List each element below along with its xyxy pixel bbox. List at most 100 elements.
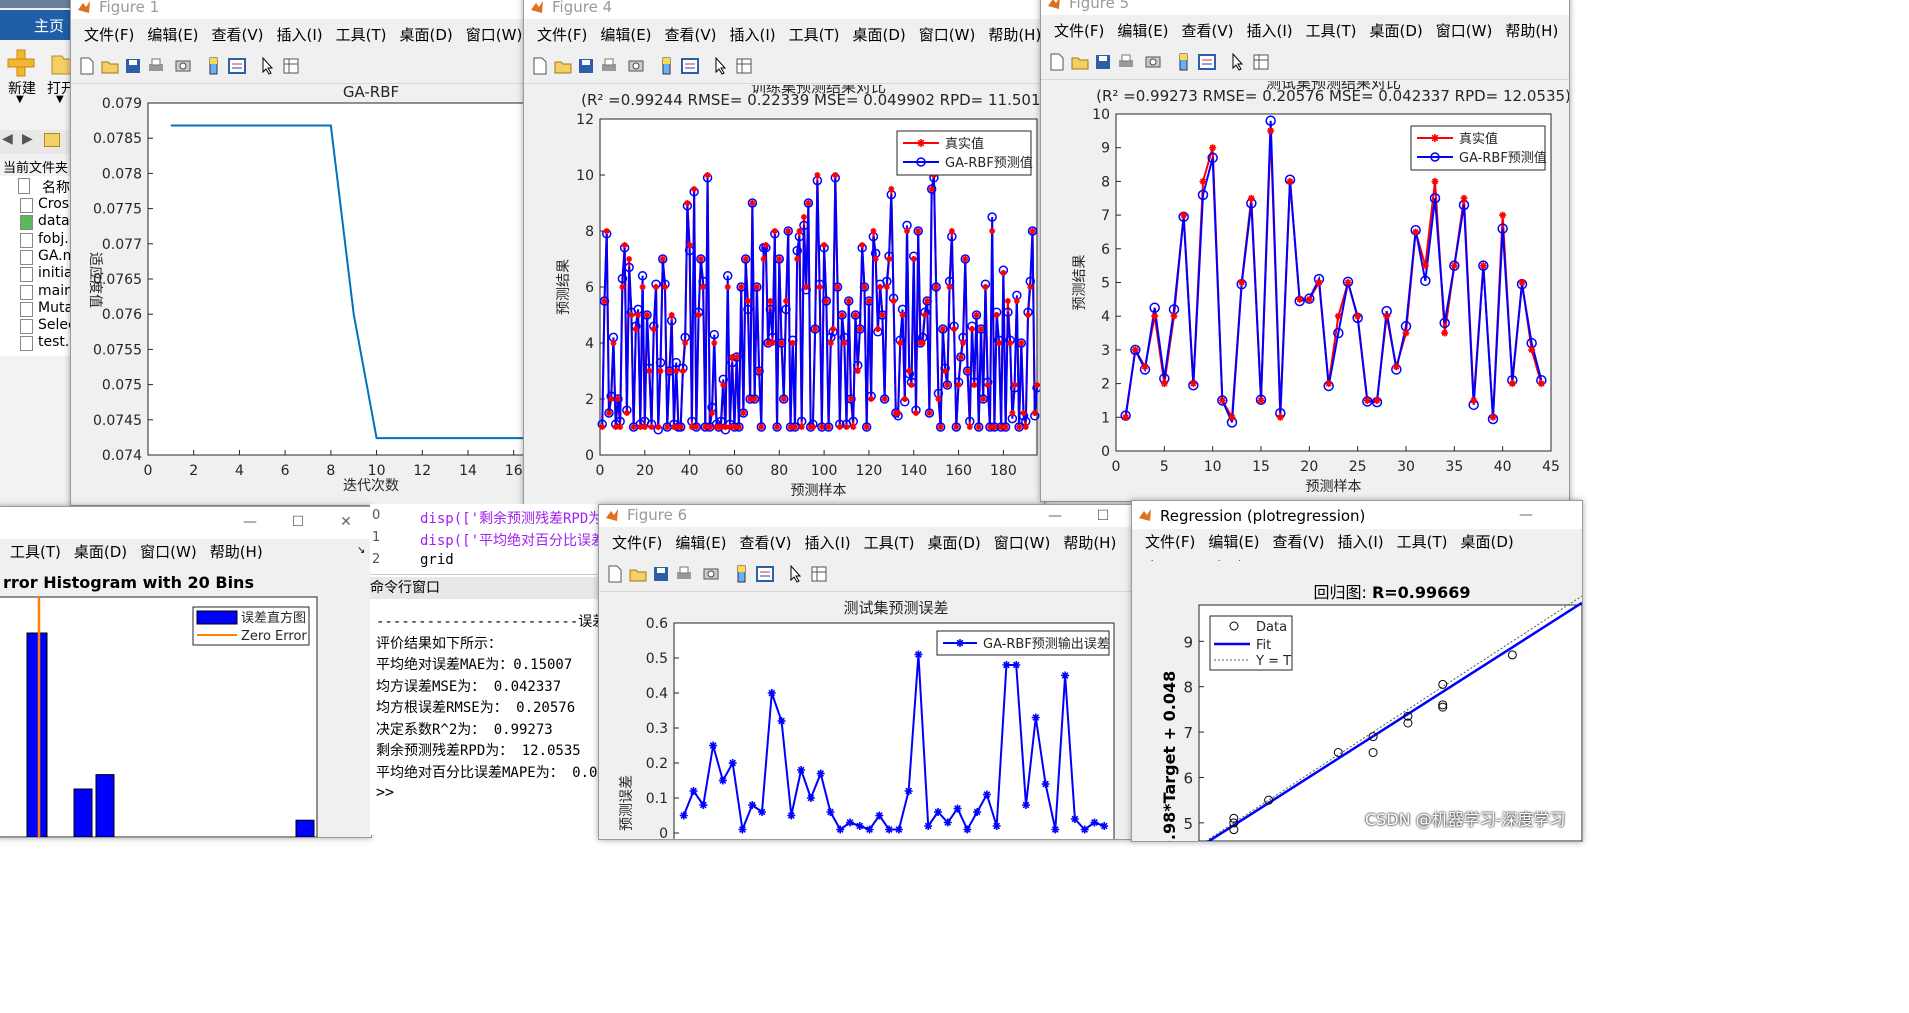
file-list-item[interactable]: test.m — [0, 334, 83, 352]
print-preview-icon[interactable] — [1143, 52, 1163, 72]
menu-item[interactable]: 工具(T) — [336, 22, 387, 48]
menu-item[interactable]: 帮助(H) — [988, 22, 1041, 48]
menu-item[interactable]: 编辑(E) — [1117, 18, 1168, 44]
save-icon[interactable] — [1093, 52, 1113, 72]
editor-code-line[interactable]: disp(['平均绝对百分比误差 — [420, 530, 605, 550]
new-file-icon[interactable] — [530, 56, 550, 76]
maximize-icon[interactable]: ☐ — [278, 511, 318, 533]
menu-item[interactable]: 插入(I) — [805, 530, 851, 556]
print-preview-icon[interactable] — [173, 56, 193, 76]
new-file-icon[interactable] — [1047, 52, 1067, 72]
menu-item[interactable]: 桌面(D) — [74, 539, 127, 565]
file-list-item[interactable]: main. — [0, 283, 80, 300]
open-folder-icon[interactable] — [100, 56, 120, 76]
file-list-item[interactable]: data.x — [0, 213, 82, 231]
pointer-icon[interactable] — [785, 564, 805, 584]
new-file-icon[interactable] — [77, 56, 97, 76]
property-inspector-icon[interactable] — [734, 56, 754, 76]
dock-arrow-icon[interactable]: ↘ — [357, 545, 365, 556]
menu-item[interactable]: 帮助(H) — [210, 539, 263, 565]
print-icon[interactable] — [1116, 52, 1136, 72]
menu-item[interactable]: 帮助(H) — [1505, 18, 1558, 44]
file-list-item[interactable]: GA.m — [0, 248, 80, 265]
menu-item[interactable]: 窗口(W) — [994, 530, 1051, 556]
menu-item[interactable]: 查看(V) — [665, 22, 717, 48]
menu-item[interactable]: 文件(F) — [537, 22, 587, 48]
file-list-item[interactable]: Cross — [0, 196, 80, 213]
save-icon[interactable] — [123, 56, 143, 76]
editor-code-line[interactable]: disp(['剩余预测残差RPD为： — [420, 508, 616, 528]
colorbar-icon[interactable] — [732, 564, 752, 584]
menu-item[interactable]: 桌面(D) — [853, 22, 906, 48]
maximize-icon[interactable]: ☐ — [1083, 505, 1123, 527]
menu-item[interactable]: 窗口(W) — [1436, 18, 1493, 44]
menu-item[interactable]: 桌面(D) — [928, 530, 981, 556]
menu-item[interactable]: 桌面(D) — [400, 22, 453, 48]
property-inspector-icon[interactable] — [809, 564, 829, 584]
editor-code-line[interactable]: grid — [420, 552, 454, 568]
name-column-header[interactable]: 名称 — [0, 176, 80, 197]
menu-item[interactable]: 编辑(E) — [147, 22, 198, 48]
legend-icon[interactable] — [680, 56, 700, 76]
open-folder-icon[interactable] — [1070, 52, 1090, 72]
menu-item[interactable]: 编辑(E) — [600, 22, 651, 48]
legend-icon[interactable] — [755, 564, 775, 584]
save-icon[interactable] — [651, 564, 671, 584]
menu-item[interactable]: 文件(F) — [1145, 529, 1195, 555]
menu-item[interactable]: 工具(T) — [1306, 18, 1357, 44]
menu-item[interactable]: 编辑(E) — [675, 530, 726, 556]
new-button[interactable]: 新建 ▼ — [4, 46, 40, 108]
open-folder-icon[interactable] — [553, 56, 573, 76]
menu-item[interactable]: 文件(F) — [1054, 18, 1104, 44]
file-list-item[interactable]: Mutat — [0, 300, 80, 317]
pointer-icon[interactable] — [1227, 52, 1247, 72]
menu-item[interactable]: 编辑(E) — [1208, 529, 1259, 555]
menu-item[interactable]: 文件(F) — [612, 530, 662, 556]
menu-item[interactable]: 工具(T) — [10, 539, 61, 565]
print-icon[interactable] — [674, 564, 694, 584]
print-preview-icon[interactable] — [626, 56, 646, 76]
minimize-icon[interactable]: — — [1506, 504, 1546, 526]
colorbar-icon[interactable] — [204, 56, 224, 76]
print-icon[interactable] — [599, 56, 619, 76]
menu-item[interactable]: 窗口(W) — [919, 22, 976, 48]
menu-item[interactable]: 工具(T) — [864, 530, 915, 556]
menu-item[interactable]: 窗口(W) — [140, 539, 197, 565]
menu-item[interactable]: 插入(I) — [1338, 529, 1384, 555]
pointer-icon[interactable] — [257, 56, 277, 76]
menu-item[interactable]: 插入(I) — [277, 22, 323, 48]
forward-arrow-icon[interactable]: ▶ — [22, 131, 33, 147]
menu-item[interactable]: 桌面(D) — [1461, 529, 1514, 555]
print-preview-icon[interactable] — [701, 564, 721, 584]
minimize-icon[interactable]: — — [230, 511, 270, 533]
file-list-item[interactable]: fobj.n — [0, 231, 80, 248]
save-icon[interactable] — [576, 56, 596, 76]
menu-item[interactable]: 文件(F) — [84, 22, 134, 48]
print-icon[interactable] — [146, 56, 166, 76]
menu-item[interactable]: 插入(I) — [1247, 18, 1293, 44]
menu-item[interactable]: 工具(T) — [789, 22, 840, 48]
colorbar-icon[interactable] — [1174, 52, 1194, 72]
menu-item[interactable]: 帮助(H) — [1063, 530, 1116, 556]
menu-item[interactable]: 查看(V) — [740, 530, 792, 556]
menu-item[interactable]: 查看(V) — [1273, 529, 1325, 555]
property-inspector-icon[interactable] — [281, 56, 301, 76]
minimize-icon[interactable]: — — [1035, 505, 1075, 527]
open-folder-icon[interactable] — [628, 564, 648, 584]
menu-item[interactable]: 插入(I) — [730, 22, 776, 48]
menu-item[interactable]: 桌面(D) — [1370, 18, 1423, 44]
menu-item[interactable]: 工具(T) — [1397, 529, 1448, 555]
new-file-icon[interactable] — [605, 564, 625, 584]
back-arrow-icon[interactable]: ◀ — [2, 131, 13, 147]
menu-item[interactable]: 查看(V) — [1182, 18, 1234, 44]
close-icon[interactable]: ✕ — [326, 511, 366, 533]
property-inspector-icon[interactable] — [1251, 52, 1271, 72]
pointer-icon[interactable] — [710, 56, 730, 76]
file-list-item[interactable]: Selec — [0, 317, 80, 335]
legend-icon[interactable] — [1197, 52, 1217, 72]
file-list-item[interactable]: initial — [0, 265, 80, 283]
colorbar-icon[interactable] — [657, 56, 677, 76]
menu-item[interactable]: 查看(V) — [212, 22, 264, 48]
menu-item[interactable]: 窗口(W) — [466, 22, 523, 48]
command-prompt[interactable]: >> — [376, 783, 394, 801]
